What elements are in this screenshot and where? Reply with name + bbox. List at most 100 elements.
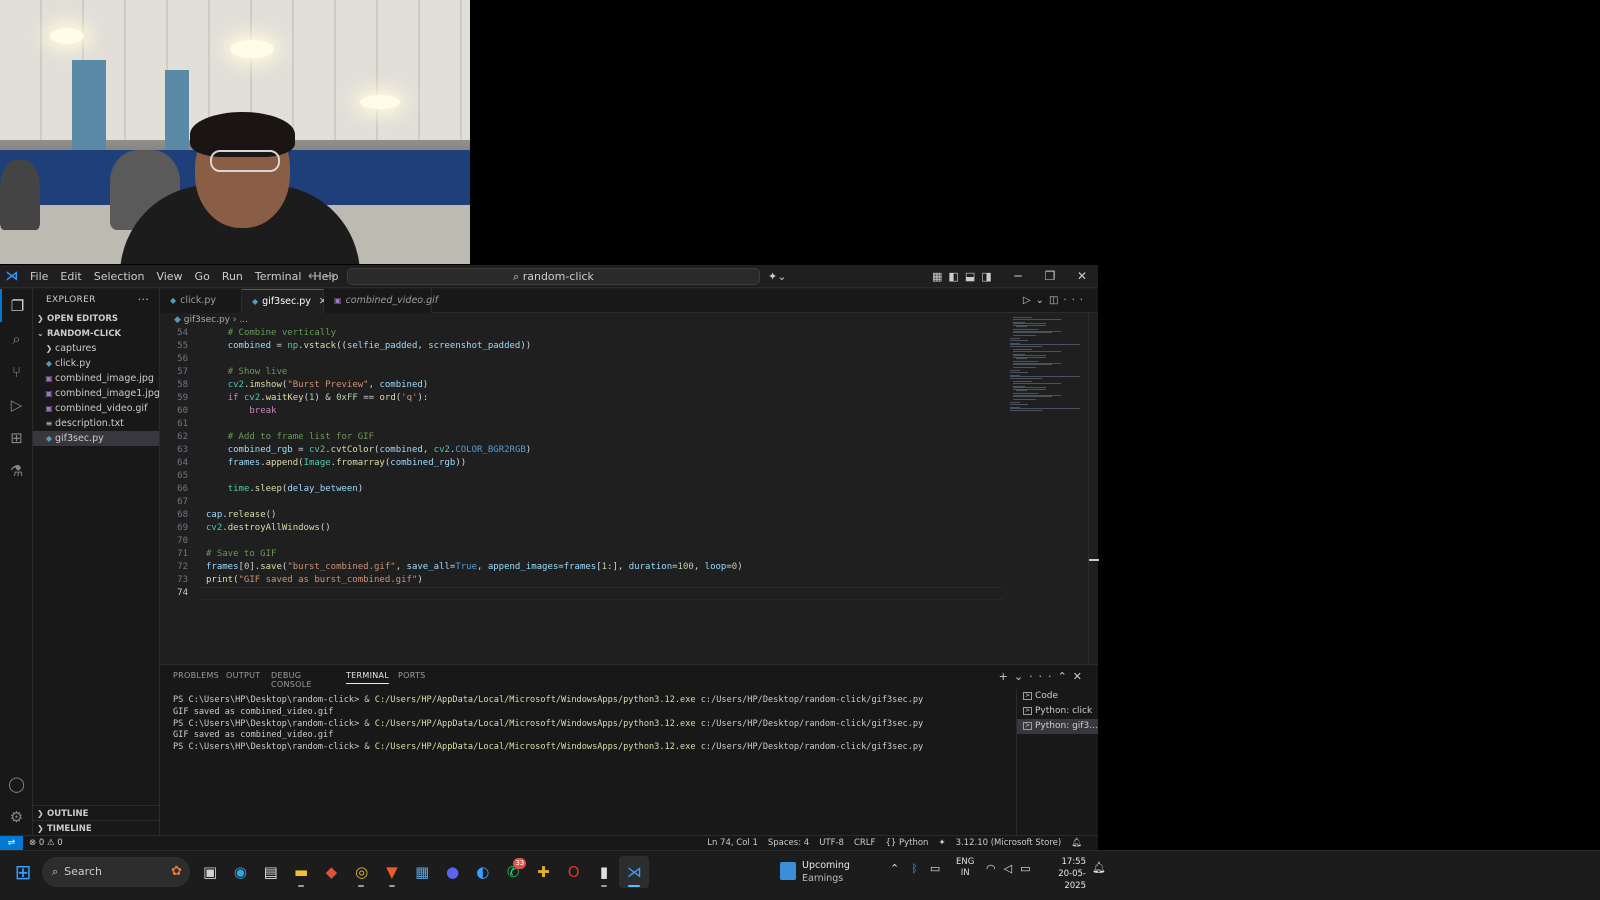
- language-mode[interactable]: {} Python: [885, 836, 928, 850]
- testing-icon[interactable]: ⚗: [0, 454, 33, 487]
- tree-item[interactable]: ▣ combined_image1.jpg: [33, 386, 160, 401]
- breadcrumb-file[interactable]: gif3sec.py: [184, 315, 230, 325]
- menu-item-go[interactable]: Go: [189, 265, 216, 288]
- extensions-icon[interactable]: ⊞: [0, 421, 33, 454]
- menu-item-terminal[interactable]: Terminal: [249, 265, 308, 288]
- source-control-icon[interactable]: ⑂: [0, 355, 33, 388]
- git-icon[interactable]: ◆: [316, 856, 346, 888]
- tree-item[interactable]: ◆ click.py: [33, 356, 159, 371]
- terminal-instance[interactable]: > Python: click: [1017, 704, 1098, 719]
- notifications-bell-icon[interactable]: 🔔︎: [1071, 836, 1082, 850]
- tab-gif3sec-py[interactable]: ◆ gif3sec.py ✕: [242, 289, 327, 313]
- language-indicator[interactable]: ENG IN: [956, 857, 974, 879]
- taskbar-search[interactable]: ⌕ Search ✿: [42, 857, 190, 887]
- timeline-section[interactable]: ❯ TIMELINE: [33, 820, 159, 835]
- account-icon[interactable]: ◯: [0, 767, 33, 800]
- minimap[interactable]: [1010, 313, 1088, 664]
- maximize-panel-icon[interactable]: ⌃: [1058, 670, 1073, 683]
- indentation[interactable]: Spaces: 4: [768, 836, 809, 850]
- menu-item-file[interactable]: File: [24, 265, 54, 288]
- vscode-icon[interactable]: ⋊: [619, 856, 650, 888]
- breadcrumb-rest[interactable]: ...: [239, 315, 248, 325]
- photos-icon[interactable]: ▦: [407, 856, 437, 888]
- copilot-icon[interactable]: ✦⌄: [768, 265, 786, 288]
- bluetooth-icon[interactable]: ᛒ: [911, 851, 918, 887]
- tree-item[interactable]: ❯ captures: [33, 341, 159, 356]
- explorer-icon[interactable]: ❐: [0, 289, 33, 322]
- chrome-icon[interactable]: ◎: [346, 856, 376, 888]
- run-debug-icon[interactable]: ▷: [0, 388, 33, 421]
- line-ending[interactable]: CRLF: [854, 836, 875, 850]
- manage-gear-icon[interactable]: ⚙: [0, 800, 33, 833]
- keyboard-icon[interactable]: ▭: [930, 851, 940, 887]
- show-hidden-icons-icon[interactable]: ⌃: [890, 851, 899, 887]
- clock[interactable]: 17:55 20-05-2025: [1040, 856, 1086, 892]
- arrow-right-icon[interactable]: →: [325, 269, 342, 284]
- weather-icon[interactable]: ◐: [468, 856, 498, 888]
- edge-icon[interactable]: ◉: [225, 856, 255, 888]
- terminal-prompt: PS C:\Users\HP\Desktop\random-click> &: [173, 718, 375, 729]
- task-view-icon[interactable]: ▣: [195, 856, 225, 888]
- encoding[interactable]: UTF-8: [819, 836, 844, 850]
- tree-item[interactable]: ▣ combined_video.gif: [33, 401, 159, 416]
- more-actions-icon[interactable]: ···: [1029, 670, 1058, 683]
- more-actions-icon[interactable]: ···: [138, 289, 149, 311]
- tab-combined-video-gif[interactable]: ▣ combined_video.gif: [324, 289, 438, 313]
- outline-section[interactable]: ❯ OUTLINE: [33, 805, 159, 820]
- editor-scrollbar[interactable]: [1088, 313, 1099, 664]
- whatsapp-icon[interactable]: ✆ 33: [498, 856, 528, 888]
- windows-start-icon[interactable]: ⊞: [12, 861, 34, 883]
- panel-tab-problems[interactable]: PROBLEMS: [173, 671, 219, 680]
- code-token: Image: [303, 458, 331, 468]
- close-panel-icon[interactable]: ✕: [1073, 670, 1088, 683]
- notification-center-icon[interactable]: 🔔︎: [1092, 861, 1106, 874]
- audio-meter-icon[interactable]: ▮: [589, 856, 619, 888]
- news-widget[interactable]: Upcoming Earnings: [780, 857, 870, 887]
- open-editors-section[interactable]: ❯ OPEN EDITORS: [33, 311, 159, 326]
- close-icon[interactable]: ✕: [1066, 265, 1098, 288]
- panel-tab-output[interactable]: OUTPUT: [226, 671, 260, 680]
- tree-item[interactable]: ◆ gif3sec.py: [33, 431, 159, 446]
- minimize-icon[interactable]: ─: [1002, 265, 1034, 288]
- toggle-secondary-sidebar-icon[interactable]: ◨: [981, 270, 997, 283]
- more-actions-icon[interactable]: ···: [1063, 295, 1088, 306]
- menu-item-edit[interactable]: Edit: [54, 265, 87, 288]
- panel-tab-terminal[interactable]: TERMINAL: [346, 671, 390, 684]
- quick-settings[interactable]: ◠ ◁ ▭: [986, 851, 1030, 887]
- menu-item-selection[interactable]: Selection: [88, 265, 151, 288]
- tab-click-py[interactable]: ◆ click.py: [160, 289, 242, 313]
- arrow-left-icon[interactable]: ←: [308, 269, 325, 284]
- folder-section[interactable]: ⌄ RANDOM-CLICK: [33, 326, 159, 341]
- terminal-instance[interactable]: > Code: [1017, 689, 1098, 704]
- python-interpreter[interactable]: 3.12.10 (Microsoft Store): [956, 836, 1062, 850]
- restore-icon[interactable]: ❐: [1034, 265, 1066, 288]
- new-terminal-icon[interactable]: +⌄: [999, 670, 1029, 683]
- copilot-status-icon[interactable]: ✦: [938, 836, 945, 850]
- menu-item-run[interactable]: Run: [216, 265, 249, 288]
- customize-layout-icon[interactable]: ▦: [932, 270, 948, 283]
- terminal-output[interactable]: PS C:\Users\HP\Desktop\random-click> & C…: [173, 695, 1003, 754]
- toggle-sidebar-icon[interactable]: ◧: [948, 270, 964, 283]
- file-explorer-icon[interactable]: ▬: [286, 856, 316, 888]
- code-token: waitKey: [265, 393, 304, 403]
- panel-tab-debug-console[interactable]: DEBUG CONSOLE: [271, 671, 312, 689]
- terminal-instance[interactable]: > Python: gif3...: [1017, 719, 1098, 734]
- panel-tab-ports[interactable]: PORTS: [398, 671, 426, 680]
- brave-icon[interactable]: ▼: [377, 856, 407, 888]
- tree-item[interactable]: ≡ description.txt: [33, 416, 159, 431]
- run-python-file-icon[interactable]: ▷⌄: [1023, 295, 1049, 306]
- code-editor[interactable]: 54 # Combine vertically 55 combined = np.…: [160, 327, 1010, 664]
- command-center[interactable]: ⌕ random-click: [347, 268, 760, 285]
- tree-item[interactable]: ▣ combined_image.jpg: [33, 371, 159, 386]
- problems-indicator[interactable]: ⊗ 0 ⚠ 0: [29, 836, 63, 850]
- cursor-position[interactable]: Ln 74, Col 1: [707, 836, 758, 850]
- toggle-panel-icon[interactable]: ⬓: [965, 270, 981, 283]
- store-icon[interactable]: ▤: [256, 856, 286, 888]
- menu-item-view[interactable]: View: [150, 265, 188, 288]
- discord-icon[interactable]: ●: [437, 856, 467, 888]
- slack-icon[interactable]: ✚: [528, 856, 558, 888]
- remote-indicator-icon[interactable]: ⇌: [0, 836, 23, 851]
- search-icon[interactable]: ⌕: [0, 322, 33, 355]
- split-editor-icon[interactable]: ◫: [1049, 295, 1063, 306]
- opera-icon[interactable]: O: [559, 856, 589, 888]
